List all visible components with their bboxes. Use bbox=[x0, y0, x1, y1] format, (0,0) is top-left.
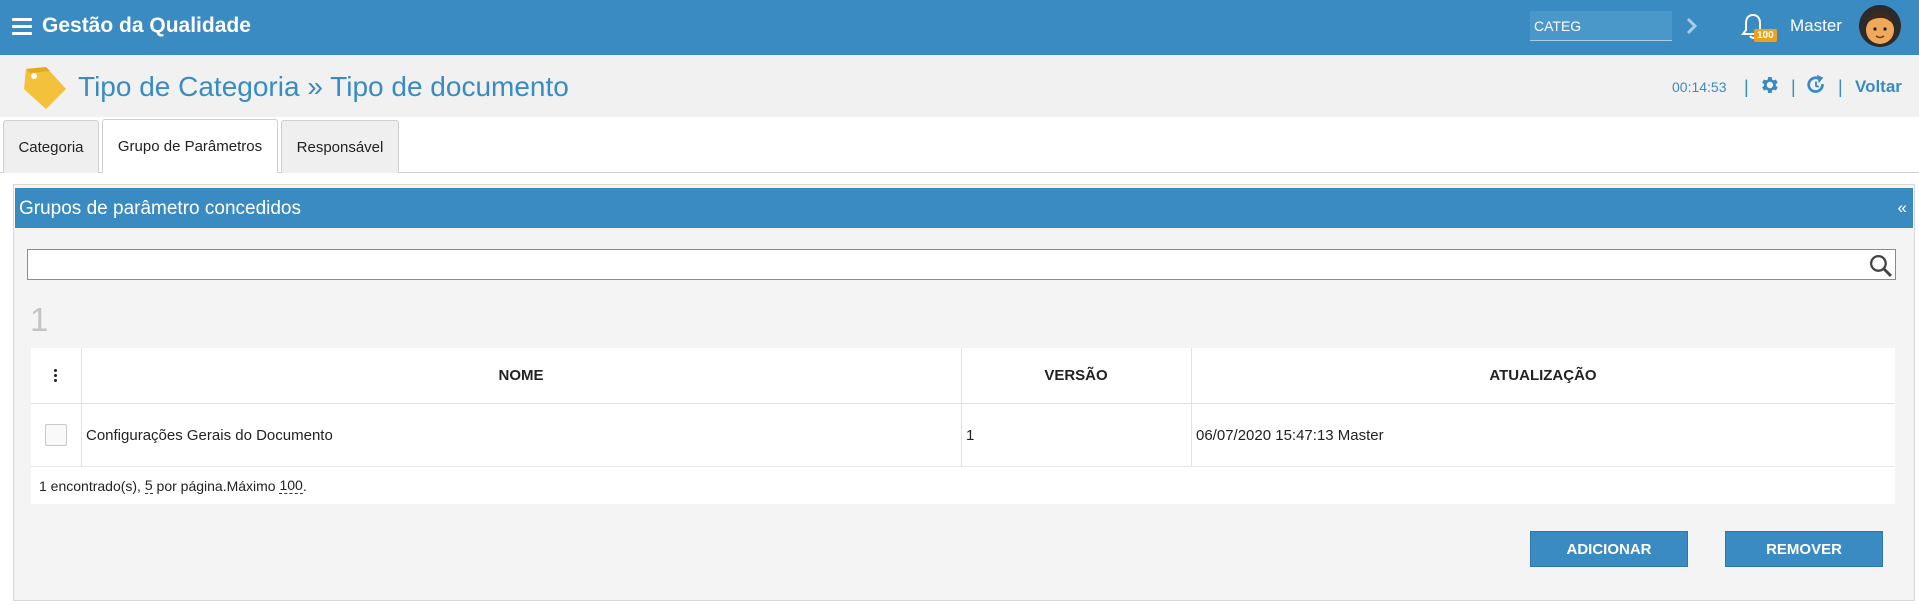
page-size-selector[interactable]: 5 bbox=[144, 477, 153, 494]
notification-badge: 100 bbox=[1754, 29, 1777, 42]
user-name[interactable]: Master bbox=[1790, 16, 1842, 36]
row-select-cell bbox=[31, 404, 81, 466]
page-title: Tipo de Categoria » Tipo de documento bbox=[78, 71, 569, 102]
quick-search-input[interactable] bbox=[1530, 11, 1672, 40]
refresh-icon[interactable] bbox=[1805, 74, 1827, 96]
parameter-groups-table: NOME VERSÃO ATUALIZAÇÃO Configurações Ge… bbox=[31, 348, 1895, 504]
column-header-atualizacao[interactable]: ATUALIZAÇÃO bbox=[1191, 348, 1895, 403]
found-count-text: 1 encontrado(s), bbox=[39, 477, 141, 494]
footer-end: . bbox=[302, 477, 307, 494]
separator: | bbox=[1838, 77, 1843, 97]
add-button[interactable]: ADICIONAR bbox=[1530, 531, 1688, 567]
session-timer: 00:14:53 bbox=[1672, 79, 1727, 95]
column-header-nome[interactable]: NOME bbox=[81, 348, 961, 403]
separator: | bbox=[1791, 77, 1796, 97]
panel-title: Grupos de parâmetro concedidos bbox=[19, 198, 301, 219]
back-link[interactable]: Voltar bbox=[1855, 77, 1902, 97]
chevron-right-icon[interactable] bbox=[1684, 14, 1700, 38]
page-size-suffix: por página.Máximo bbox=[156, 477, 276, 494]
tab-categoria[interactable]: Categoria bbox=[3, 120, 99, 173]
gear-icon[interactable] bbox=[1758, 74, 1780, 96]
cell-nome: Configurações Gerais do Documento bbox=[86, 426, 333, 444]
granted-parameter-groups-panel: Grupos de parâmetro concedidos « 1 NOME … bbox=[13, 184, 1915, 601]
column-options[interactable] bbox=[31, 348, 81, 403]
tab-grupo-de-parametros[interactable]: Grupo de Parâmetros bbox=[102, 119, 278, 173]
hamburger-menu-icon[interactable] bbox=[12, 18, 32, 35]
quick-search-field[interactable] bbox=[1530, 11, 1672, 41]
pagination-info: 1 encontrado(s), 5 por página.Máximo 100… bbox=[31, 467, 1895, 504]
app-title: Gestão da Qualidade bbox=[42, 14, 251, 37]
title-bar: Tipo de Categoria » Tipo de documento 00… bbox=[0, 55, 1919, 117]
row-checkbox[interactable] bbox=[45, 424, 67, 446]
column-header-versao[interactable]: VERSÃO bbox=[961, 348, 1191, 403]
tab-bar: Categoria Grupo de Parâmetros Responsáve… bbox=[0, 117, 1919, 173]
avatar[interactable] bbox=[1859, 5, 1901, 47]
search-icon[interactable] bbox=[1868, 253, 1893, 278]
table-header: NOME VERSÃO ATUALIZAÇÃO bbox=[31, 348, 1895, 404]
max-results-selector[interactable]: 100 bbox=[279, 477, 303, 494]
table-row[interactable]: Configurações Gerais do Documento 1 06/0… bbox=[31, 404, 1895, 467]
panel-header: Grupos de parâmetro concedidos « bbox=[15, 188, 1913, 228]
cell-atualizacao: 06/07/2020 15:47:13 Master bbox=[1196, 426, 1384, 444]
filter-field[interactable] bbox=[27, 249, 1896, 280]
separator: | bbox=[1744, 77, 1749, 97]
remove-button[interactable]: REMOVER bbox=[1725, 531, 1883, 567]
result-count: 1 bbox=[30, 301, 49, 338]
more-vertical-icon[interactable] bbox=[54, 369, 58, 382]
cell-versao: 1 bbox=[966, 426, 975, 444]
top-bar: Gestão da Qualidade 100 Master bbox=[0, 0, 1919, 55]
collapse-panel-button[interactable]: « bbox=[1898, 198, 1907, 218]
tag-icon bbox=[24, 67, 66, 109]
filter-input[interactable] bbox=[28, 250, 1858, 279]
tab-responsavel[interactable]: Responsável bbox=[281, 120, 399, 173]
